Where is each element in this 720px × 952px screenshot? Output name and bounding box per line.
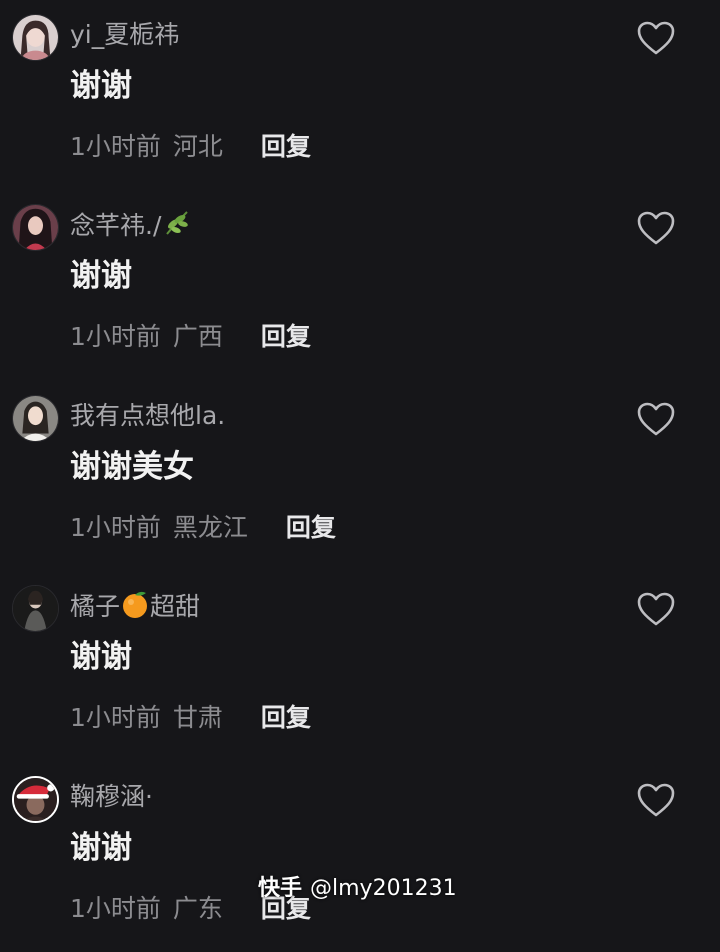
reply-button[interactable]: 回复 — [286, 511, 336, 545]
comment-time: 1小时前 — [70, 703, 161, 732]
comment-text: 谢谢 — [70, 68, 132, 104]
avatar[interactable] — [12, 776, 59, 823]
heart-outline-icon[interactable] — [636, 210, 676, 246]
comment-item: 鞠穆涵· 谢谢 1小时前 广东 回复 — [0, 762, 720, 952]
comment-location: 广西 — [172, 322, 223, 351]
comment-meta: 1小时前 黑龙江 回复 — [70, 511, 336, 545]
comment-item: 念芊祎./ 谢谢 1小时前 广西 回复 — [0, 190, 720, 380]
comment-item: 我有点想他la. 谢谢美女 1小时前 黑龙江 回复 — [0, 381, 720, 571]
reply-button[interactable]: 回复 — [261, 320, 311, 354]
heart-outline-icon[interactable] — [636, 401, 676, 437]
comment-time: 1小时前 — [70, 322, 161, 351]
comment-meta: 1小时前 广西 回复 — [70, 320, 311, 354]
watermark-handle: @lmy201231 — [310, 876, 457, 901]
avatar[interactable] — [12, 395, 59, 442]
comment-meta: 1小时前 甘肃 回复 — [70, 701, 311, 735]
comment-text: 谢谢 — [70, 258, 132, 294]
herb-emoji-icon — [161, 208, 191, 238]
comment-location: 河北 — [172, 132, 223, 161]
comment-location: 黑龙江 — [172, 513, 248, 542]
watermark: 快手 @lmy201231 — [258, 874, 457, 904]
heart-outline-icon[interactable] — [636, 20, 676, 56]
comment-time: 1小时前 — [70, 513, 161, 542]
comment-meta: 1小时前 河北 回复 — [70, 130, 311, 164]
comment-item: yi_夏栀祎 谢谢 1小时前 河北 回复 — [0, 0, 720, 190]
username[interactable]: 念芊祎./ — [70, 208, 191, 243]
heart-outline-icon[interactable] — [636, 782, 676, 818]
avatar[interactable] — [12, 585, 59, 632]
watermark-brand: 快手 — [258, 876, 303, 901]
comment-time: 1小时前 — [70, 132, 161, 161]
comment-time: 1小时前 — [70, 894, 161, 923]
comment-text: 谢谢 — [70, 830, 132, 866]
comment-text: 谢谢美女 — [70, 449, 194, 485]
comment-item: 橘子 超甜 谢谢 1小时前 甘肃 回复 — [0, 571, 720, 761]
username[interactable]: yi_夏栀祎 — [70, 18, 179, 52]
avatar[interactable] — [12, 14, 59, 61]
avatar[interactable] — [12, 204, 59, 251]
username[interactable]: 鞠穆涵· — [70, 780, 153, 814]
comment-text: 谢谢 — [70, 639, 132, 675]
tangerine-emoji-icon — [120, 589, 150, 619]
username[interactable]: 橘子 超甜 — [70, 589, 200, 624]
heart-outline-icon[interactable] — [636, 591, 676, 627]
reply-button[interactable]: 回复 — [261, 130, 311, 164]
username[interactable]: 我有点想他la. — [70, 399, 225, 433]
reply-button[interactable]: 回复 — [261, 701, 311, 735]
comment-location: 广东 — [172, 894, 223, 923]
comment-location: 甘肃 — [172, 703, 223, 732]
